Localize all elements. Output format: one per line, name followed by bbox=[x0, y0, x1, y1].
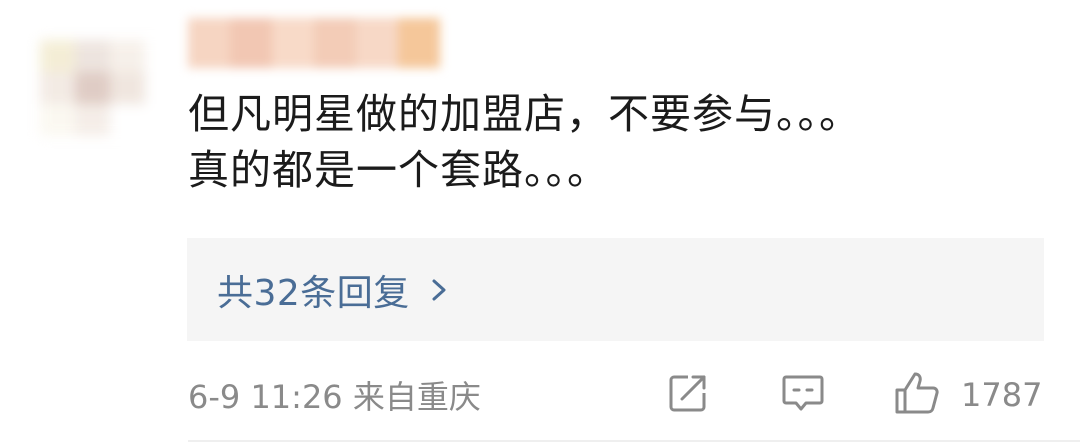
avatar[interactable] bbox=[40, 40, 180, 136]
share-button[interactable] bbox=[666, 372, 710, 418]
like-button[interactable]: 1787 bbox=[893, 372, 1042, 418]
share-icon bbox=[666, 371, 710, 419]
thumbs-up-icon bbox=[893, 370, 941, 420]
comment-text: 但凡明星做的加盟店，不要参与。。。 真的都是一个套路。。。 bbox=[188, 86, 1048, 198]
like-count: 1787 bbox=[961, 376, 1043, 414]
comment-meta: 6-9 11:26 来自重庆 bbox=[188, 378, 481, 416]
comment-button[interactable] bbox=[780, 372, 826, 418]
view-replies-button[interactable]: 共32条回复 bbox=[187, 238, 1044, 341]
replies-count-label: 共32条回复 bbox=[217, 272, 410, 314]
divider bbox=[188, 440, 1080, 442]
chevron-right-icon bbox=[428, 275, 450, 305]
comment-icon bbox=[780, 371, 826, 419]
username-blurred[interactable] bbox=[188, 18, 440, 68]
comment-line: 真的都是一个套路。。。 bbox=[188, 146, 609, 194]
comment-line: 但凡明星做的加盟店，不要参与。。。 bbox=[188, 90, 861, 138]
